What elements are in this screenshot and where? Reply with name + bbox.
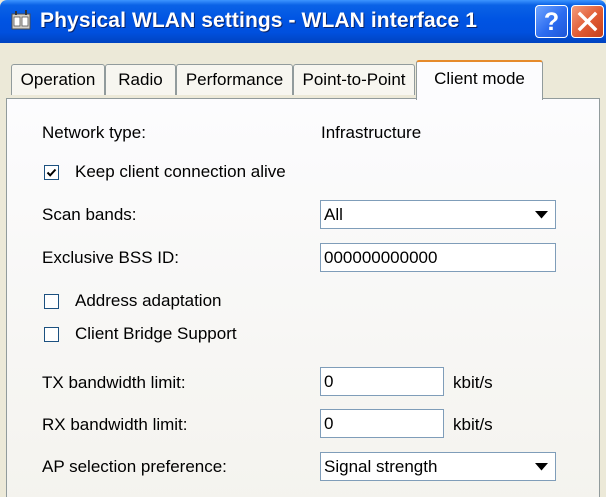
address-adaptation-checkbox[interactable] bbox=[44, 294, 59, 309]
rx-bandwidth-label: RX bandwidth limit: bbox=[42, 415, 188, 434]
app-icon bbox=[9, 9, 33, 31]
tab-strip: Operation Radio Performance Point-to-Poi… bbox=[0, 43, 606, 100]
address-adaptation-label[interactable]: Address adaptation bbox=[75, 291, 222, 311]
ap-preference-label: AP selection preference: bbox=[42, 457, 227, 476]
rx-unit-label: kbit/s bbox=[453, 415, 493, 434]
tab-performance[interactable]: Performance bbox=[176, 64, 293, 95]
tab-radio[interactable]: Radio bbox=[105, 64, 176, 95]
scan-bands-value: All bbox=[324, 205, 343, 224]
tab-operation[interactable]: Operation bbox=[11, 64, 105, 95]
help-icon: ? bbox=[543, 8, 560, 36]
bss-id-input[interactable]: 000000000000 bbox=[320, 243, 556, 272]
client-bridge-checkbox[interactable] bbox=[44, 327, 59, 342]
keep-alive-checkbox[interactable] bbox=[44, 165, 59, 180]
network-type-value: Infrastructure bbox=[321, 123, 422, 142]
title-bar[interactable]: Physical WLAN settings - WLAN interface … bbox=[0, 0, 606, 43]
dropdown-arrow-icon[interactable] bbox=[529, 202, 554, 227]
keep-alive-label[interactable]: Keep client connection alive bbox=[75, 162, 286, 182]
tx-bandwidth-input[interactable]: 0 bbox=[320, 367, 444, 396]
close-icon bbox=[577, 11, 598, 32]
client-bridge-label[interactable]: Client Bridge Support bbox=[75, 324, 237, 344]
dialog-window: Physical WLAN settings - WLAN interface … bbox=[0, 0, 606, 497]
network-type-label: Network type: bbox=[42, 123, 146, 142]
dropdown-arrow-icon[interactable] bbox=[529, 454, 554, 479]
ap-preference-select[interactable]: Signal strength bbox=[320, 452, 556, 481]
rx-bandwidth-input[interactable]: 0 bbox=[320, 409, 444, 438]
bss-id-label: Exclusive BSS ID: bbox=[42, 248, 179, 267]
tx-unit-label: kbit/s bbox=[453, 373, 493, 392]
help-button[interactable]: ? bbox=[535, 5, 568, 38]
tx-bandwidth-label: TX bandwidth limit: bbox=[42, 373, 186, 392]
close-button[interactable] bbox=[571, 5, 604, 38]
client-mode-panel: Network type: Infrastructure Keep client… bbox=[6, 98, 600, 497]
checkmark-icon bbox=[46, 168, 57, 177]
tab-point-to-point[interactable]: Point-to-Point bbox=[293, 64, 415, 95]
scan-bands-select[interactable]: All bbox=[320, 200, 556, 229]
ap-preference-value: Signal strength bbox=[324, 457, 438, 476]
window-title: Physical WLAN settings - WLAN interface … bbox=[40, 9, 478, 32]
tab-client-mode[interactable]: Client mode bbox=[416, 60, 543, 100]
scan-bands-label: Scan bands: bbox=[42, 205, 137, 224]
